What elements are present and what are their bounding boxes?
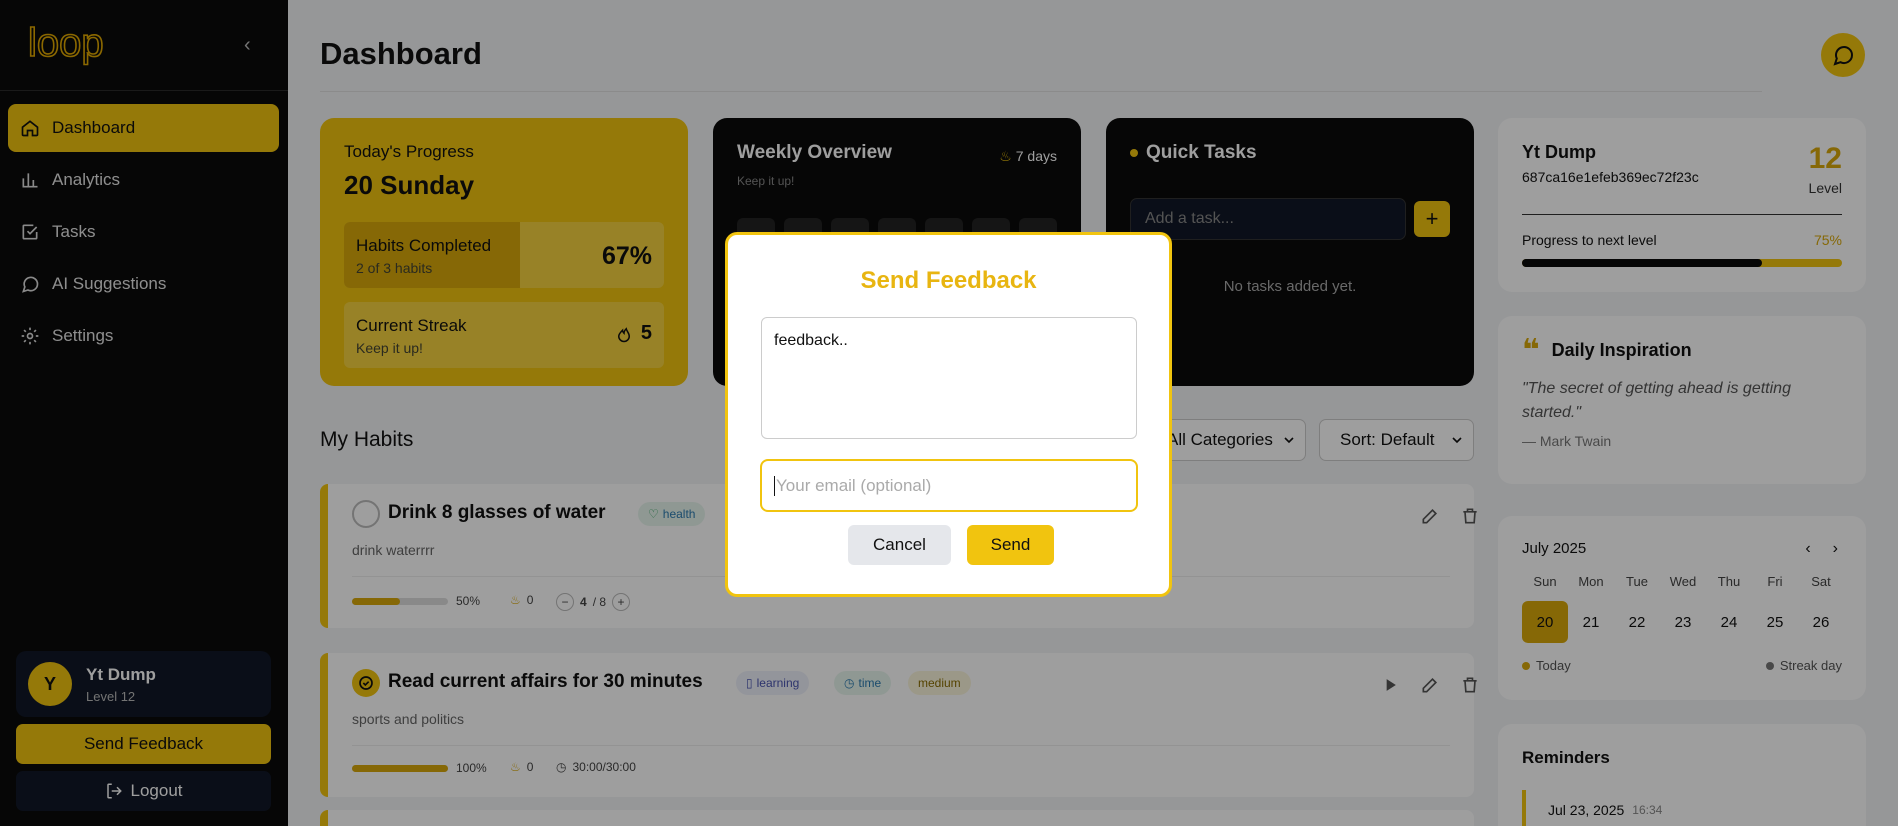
email-field[interactable]: Your email (optional) bbox=[760, 459, 1138, 512]
feedback-textarea[interactable]: feedback.. bbox=[761, 317, 1137, 439]
modal-title: Send Feedback bbox=[860, 267, 1037, 294]
email-placeholder: Your email (optional) bbox=[776, 475, 932, 495]
feedback-modal: Send Feedback feedback.. Your email (opt… bbox=[725, 232, 1172, 597]
text-caret bbox=[774, 475, 775, 496]
cancel-button[interactable]: Cancel bbox=[848, 525, 951, 565]
send-button[interactable]: Send bbox=[967, 525, 1054, 565]
